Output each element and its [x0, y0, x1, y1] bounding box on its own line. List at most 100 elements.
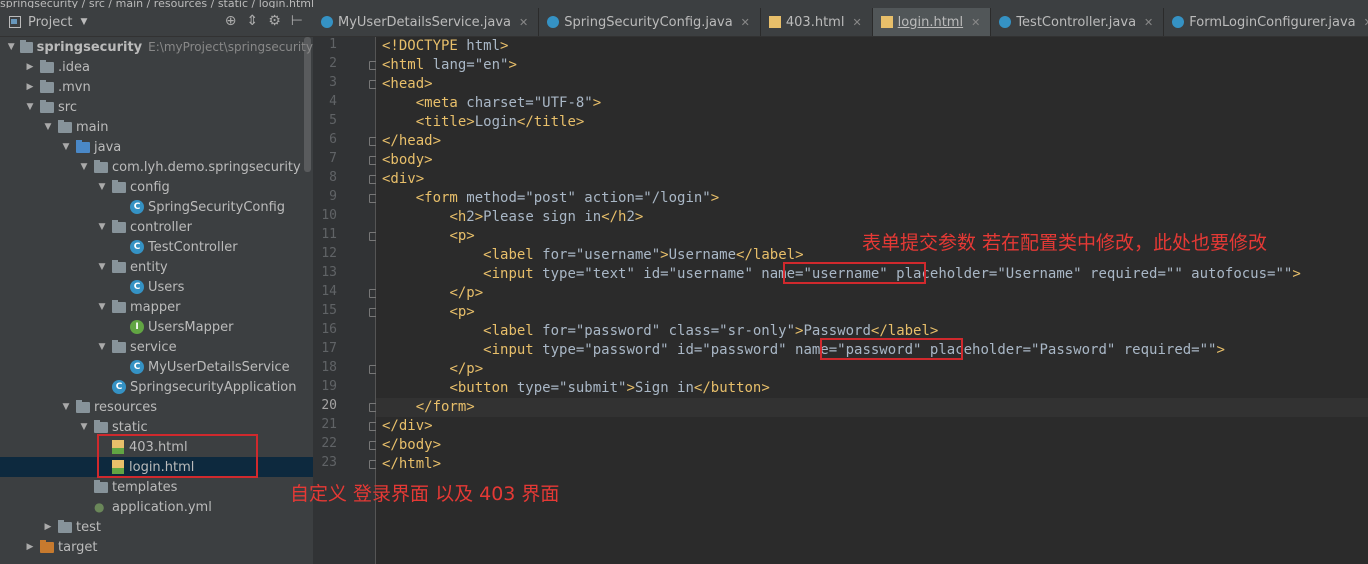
- line-number: 20: [321, 398, 337, 413]
- tree-item[interactable]: ● application.yml: [0, 497, 313, 517]
- hide-panel-icon[interactable]: ⊢: [291, 13, 303, 29]
- tree-item[interactable]: ▼ main: [0, 117, 313, 137]
- tree-item-label: mapper: [130, 299, 181, 315]
- line-number: 21: [321, 417, 337, 432]
- code-line[interactable]: </div>: [382, 417, 433, 436]
- chevron-down-icon[interactable]: ▼: [80, 17, 87, 27]
- tree-item[interactable]: C MyUserDetailsService: [0, 357, 313, 377]
- tree-item[interactable]: ▼ entity: [0, 257, 313, 277]
- expand-arrow-icon[interactable]: ▼: [6, 42, 16, 52]
- expand-arrow-icon[interactable]: ▼: [96, 182, 108, 192]
- close-icon[interactable]: ✕: [1144, 16, 1153, 29]
- expand-arrow-icon[interactable]: ▼: [78, 162, 90, 172]
- code-line[interactable]: <title>Login</title>: [382, 113, 585, 132]
- tree-item[interactable]: ▶ .idea: [0, 57, 313, 77]
- editor-tab[interactable]: 403.html ✕: [761, 8, 873, 36]
- tree-item[interactable]: ▶ test: [0, 517, 313, 537]
- expand-arrow-icon[interactable]: ▼: [78, 422, 90, 432]
- collapse-arrow-icon[interactable]: ▶: [24, 82, 36, 92]
- code-line[interactable]: </p>: [382, 284, 483, 303]
- folder-icon: [76, 139, 90, 153]
- tree-item[interactable]: ▼ mapper: [0, 297, 313, 317]
- code-line[interactable]: <div>: [382, 170, 424, 189]
- expand-arrow-icon[interactable]: ▼: [96, 262, 108, 272]
- code-line[interactable]: <h2>Please sign in</h2>: [382, 208, 643, 227]
- tree-item[interactable]: ▼ java: [0, 137, 313, 157]
- code-line[interactable]: <head>: [382, 75, 433, 94]
- project-tree[interactable]: ▼ springsecurity E:\myProject\springsecuri…: [0, 37, 313, 564]
- code-line[interactable]: <label for="username">Username</label>: [382, 246, 803, 265]
- code-line[interactable]: <form method="post" action="/login">: [382, 189, 719, 208]
- tree-item[interactable]: C SpringSecurityConfig: [0, 197, 313, 217]
- tree-item[interactable]: C TestController: [0, 237, 313, 257]
- code-line[interactable]: </head>: [382, 132, 441, 151]
- tree-item-label: .mvn: [58, 79, 91, 95]
- close-icon[interactable]: ✕: [741, 16, 750, 29]
- close-icon[interactable]: ✕: [1364, 16, 1368, 29]
- code-line[interactable]: </form>: [382, 398, 475, 417]
- folder-icon: [58, 519, 72, 533]
- collapse-arrow-icon[interactable]: ▶: [24, 62, 36, 72]
- tree-item[interactable]: ▶ .mvn: [0, 77, 313, 97]
- code-line[interactable]: </body>: [382, 436, 441, 455]
- tree-item[interactable]: I UsersMapper: [0, 317, 313, 337]
- code-line[interactable]: <button type="submit">Sign in</button>: [382, 379, 769, 398]
- code-line[interactable]: <body>: [382, 151, 433, 170]
- folder-icon: [40, 539, 54, 553]
- editor-tab[interactable]: MyUserDetailsService.java ✕: [313, 8, 540, 36]
- code-line[interactable]: <!DOCTYPE html>: [382, 37, 508, 56]
- tree-item[interactable]: ▼ com.lyh.demo.springsecurity: [0, 157, 313, 177]
- tree-item-label: java: [94, 139, 122, 155]
- editor-tab[interactable]: login.html ✕: [872, 8, 992, 36]
- class-icon: C: [130, 200, 144, 214]
- tab-label: login.html: [897, 14, 964, 30]
- code-line[interactable]: <p>: [382, 303, 474, 322]
- tree-item[interactable]: ▶ target: [0, 537, 313, 557]
- scroll-from-source-icon[interactable]: ⊕: [225, 13, 237, 29]
- code-line[interactable]: <p>: [382, 227, 474, 246]
- editor-tab[interactable]: TestController.java ✕: [991, 8, 1165, 36]
- code-line[interactable]: </html>: [382, 455, 441, 474]
- class-icon: [547, 16, 560, 28]
- tree-item-label: main: [76, 119, 109, 135]
- tree-item[interactable]: C Users: [0, 277, 313, 297]
- code-line[interactable]: <meta charset="UTF-8">: [382, 94, 601, 113]
- code-line[interactable]: <input type="password" id="password" nam…: [382, 341, 1225, 360]
- tree-item[interactable]: C SpringsecurityApplication: [0, 377, 313, 397]
- tree-item[interactable]: templates: [0, 477, 313, 497]
- tree-item[interactable]: ▼ service: [0, 337, 313, 357]
- code-line[interactable]: <html lang="en">: [382, 56, 517, 75]
- close-icon[interactable]: ✕: [519, 16, 528, 29]
- interface-icon: I: [130, 320, 144, 334]
- tree-item[interactable]: ▼ springsecurity E:\myProject\springsecuri…: [0, 37, 313, 57]
- tree-item-label: test: [76, 519, 101, 535]
- line-number: 10: [321, 208, 337, 223]
- editor-tab[interactable]: SpringSecurityConfig.java ✕: [539, 8, 761, 36]
- expand-arrow-icon[interactable]: ▼: [96, 302, 108, 312]
- collapse-all-icon[interactable]: ⇕: [247, 13, 259, 29]
- collapse-arrow-icon[interactable]: ▶: [42, 522, 54, 532]
- expand-arrow-icon[interactable]: ▼: [60, 142, 72, 152]
- tree-item[interactable]: ▼ resources: [0, 397, 313, 417]
- tree-item-label: static: [112, 419, 148, 435]
- expand-arrow-icon[interactable]: ▼: [42, 122, 54, 132]
- close-icon[interactable]: ✕: [971, 16, 980, 29]
- expand-arrow-icon[interactable]: ▼: [24, 102, 36, 112]
- expand-arrow-icon[interactable]: ▼: [96, 342, 108, 352]
- expand-arrow-icon[interactable]: ▼: [96, 222, 108, 232]
- gear-icon[interactable]: ⚙: [268, 13, 281, 29]
- expand-arrow-icon[interactable]: ▼: [60, 402, 72, 412]
- code-line[interactable]: </p>: [382, 360, 483, 379]
- project-panel-title[interactable]: Project: [28, 15, 72, 30]
- close-icon[interactable]: ✕: [852, 16, 861, 29]
- project-panel-header[interactable]: Project ▼ ⊕ ⇕ ⚙ ⊢: [0, 8, 313, 37]
- tree-item[interactable]: ▼ src: [0, 97, 313, 117]
- tab-label: MyUserDetailsService.java: [338, 14, 512, 30]
- tree-item[interactable]: ▼ config: [0, 177, 313, 197]
- tree-item[interactable]: ▼ controller: [0, 217, 313, 237]
- line-number: 22: [321, 436, 337, 451]
- collapse-arrow-icon[interactable]: ▶: [24, 542, 36, 552]
- editor-tab[interactable]: FormLoginConfigurer.java ✕: [1164, 8, 1368, 36]
- project-icon: [8, 15, 22, 29]
- folder-icon: [40, 99, 54, 113]
